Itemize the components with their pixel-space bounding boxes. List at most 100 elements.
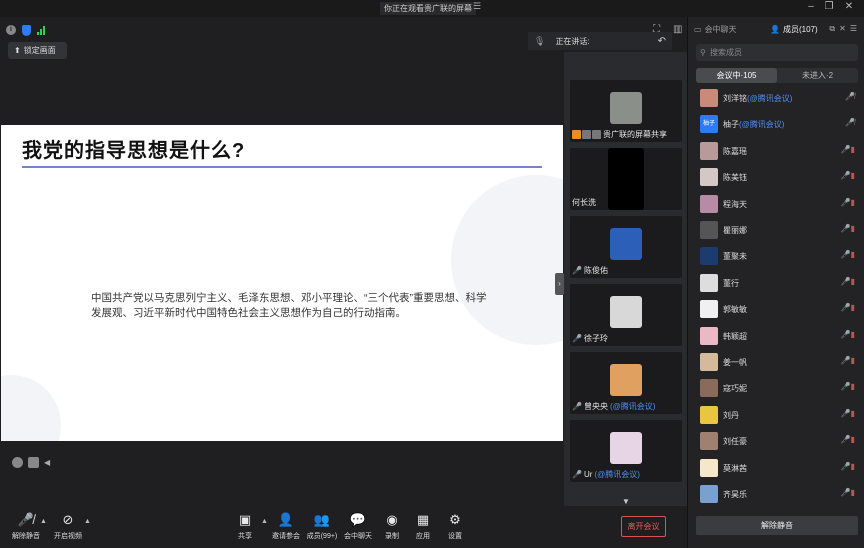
chevron-up-icon[interactable]: ▲ bbox=[40, 518, 47, 525]
member-row[interactable]: 刘任豪 🎤▮ bbox=[688, 430, 864, 456]
speaker-mic-icon: 🎙 bbox=[534, 35, 546, 46]
mic-off-icon[interactable]: 🎤▮ bbox=[841, 409, 855, 418]
mic-off-icon[interactable]: 🎤̸ bbox=[845, 118, 855, 127]
mic-off-icon[interactable]: 🎤▮ bbox=[841, 303, 855, 312]
avatar bbox=[700, 221, 718, 239]
avatar bbox=[610, 228, 642, 260]
chat-icon: ▭ bbox=[694, 25, 702, 34]
member-row[interactable]: 莫淋茜 🎤▮ bbox=[688, 457, 864, 483]
member-row[interactable]: 刘洋铭(@腾讯会议) 🎤̸ bbox=[688, 87, 864, 113]
unmute-all-button[interactable]: 解除静音 bbox=[696, 516, 858, 535]
mic-off-icon[interactable]: 🎤▮ bbox=[841, 277, 855, 286]
restore-icon[interactable]: ❐ bbox=[822, 1, 836, 12]
member-name: 姜一帆 bbox=[723, 358, 747, 367]
video-tile[interactable]: 贵广联的屏幕共享 bbox=[570, 80, 682, 142]
mic-off-icon[interactable]: 🎤▮ bbox=[841, 250, 855, 259]
video-tile[interactable]: 何长洗 bbox=[570, 148, 682, 210]
mic-off-icon[interactable]: 🎤▮ bbox=[841, 356, 855, 365]
menu-icon[interactable]: ☰ bbox=[473, 1, 481, 12]
tab-not-joined[interactable]: 未进入·2 bbox=[777, 68, 858, 83]
members-icon: 👥 bbox=[313, 512, 331, 527]
avatar bbox=[700, 273, 718, 292]
mic-off-icon[interactable]: 🎤▮ bbox=[841, 171, 855, 180]
mic-off-icon[interactable]: 🎤̸ bbox=[845, 92, 855, 101]
member-name-group: 董聚未 bbox=[723, 251, 747, 262]
avatar bbox=[700, 353, 718, 371]
mic-off-icon[interactable]: 🎤▮ bbox=[841, 382, 855, 391]
mic-off-icon[interactable]: 🎤▮ bbox=[841, 462, 855, 471]
member-name: 董行 bbox=[723, 278, 739, 288]
layout-icon[interactable]: ▥ bbox=[673, 24, 682, 35]
member-row[interactable]: 韩颖超 🎤▮ bbox=[688, 325, 864, 351]
mic-off-icon[interactable]: 🎤▮ bbox=[841, 145, 855, 154]
avatar bbox=[700, 141, 718, 160]
avatar bbox=[610, 92, 642, 124]
pin-icon: ⬆ bbox=[14, 46, 21, 55]
signal-icon[interactable] bbox=[37, 25, 45, 35]
member-row[interactable]: 刘丹 🎤▮ bbox=[688, 404, 864, 430]
tab-members[interactable]: 👤 成员(107) bbox=[770, 24, 818, 35]
lock-screen-button[interactable]: ⬆ 锁定画面 bbox=[8, 42, 67, 59]
video-tile[interactable]: 🎤 陈俊佑 bbox=[570, 216, 682, 278]
video-tile[interactable]: 🎤 Ur (@腾讯会议) bbox=[570, 420, 682, 482]
settings-button[interactable]: ⚙ 设置 bbox=[435, 512, 475, 541]
member-filter: 会议中·105 未进入·2 bbox=[696, 68, 858, 83]
mic-off-icon[interactable]: 🎤▮ bbox=[841, 435, 855, 444]
member-name: 刘任豪 bbox=[723, 437, 747, 447]
slide-title: 我党的指导思想是什么? bbox=[22, 140, 246, 162]
member-row[interactable]: 程海天 🎤▮ bbox=[688, 193, 864, 219]
mic-off-icon: 🎤 bbox=[572, 402, 582, 411]
invite-button[interactable]: 👤 邀请参会 bbox=[266, 512, 306, 541]
member-row[interactable]: 董聚未 🎤▮ bbox=[688, 245, 864, 271]
member-row[interactable]: 寇巧妮 🎤▮ bbox=[688, 377, 864, 403]
member-name-group: 莫淋茜 bbox=[723, 463, 747, 474]
chat-bubble-icon[interactable] bbox=[28, 457, 39, 468]
member-row[interactable]: 陈嘉瑶 🎤▮ bbox=[688, 140, 864, 166]
shield-icon[interactable] bbox=[22, 24, 31, 36]
mic-off-icon[interactable]: 🎤▮ bbox=[841, 488, 855, 497]
collapse-left-icon[interactable]: ◀ bbox=[44, 458, 50, 467]
video-tile[interactable]: 🎤 曾央央 (@腾讯会议) bbox=[570, 352, 682, 414]
member-row[interactable]: 郭敏敏 🎤▮ bbox=[688, 298, 864, 324]
emoji-icon[interactable] bbox=[12, 457, 23, 468]
video-tile[interactable]: 🎤 徐子玲 bbox=[570, 284, 682, 346]
member-name: 柚子 bbox=[723, 120, 739, 130]
chevron-up-icon[interactable]: ▲ bbox=[84, 518, 91, 525]
unmute-button[interactable]: 🎤̸ 解除静音 bbox=[6, 512, 46, 541]
member-name: 韩颖超 bbox=[723, 331, 747, 341]
member-name-group: 寇巧妮 bbox=[723, 383, 747, 394]
member-row[interactable]: 瞿丽娜 🎤▮ bbox=[688, 219, 864, 245]
participant-name: 曾央央 bbox=[583, 402, 608, 411]
avatar bbox=[610, 364, 642, 396]
member-row[interactable]: 董行 🎤▮ bbox=[688, 272, 864, 298]
participant-name: 何长洗 bbox=[572, 198, 596, 207]
avatar bbox=[700, 485, 718, 503]
minimize-icon[interactable]: – bbox=[804, 1, 818, 12]
member-row[interactable]: 姜一帆 🎤▮ bbox=[688, 351, 864, 377]
share-button[interactable]: ▣ 共享 bbox=[225, 512, 265, 541]
members-button[interactable]: 👥 成员(99+) bbox=[302, 512, 342, 541]
panel-window-icons[interactable]: ⧉✕☰ bbox=[829, 24, 861, 34]
search-input[interactable]: ⚲ 搜索成员 bbox=[696, 44, 858, 61]
title-bar: 你正在观看贵广联的屏幕 ☰ – ❐ ✕ bbox=[0, 0, 864, 17]
close-icon[interactable]: ✕ bbox=[842, 1, 856, 12]
apps-label: 应用 bbox=[416, 533, 430, 540]
participant-tag: (@腾讯会议) bbox=[609, 402, 656, 411]
leave-meeting-button[interactable]: 离开会议 bbox=[621, 516, 666, 537]
video-tile-label: 🎤 Ur (@腾讯会议) bbox=[572, 469, 640, 480]
member-row[interactable]: 柚子 柚子(@腾讯会议) 🎤̸ bbox=[688, 113, 864, 139]
tab-chat[interactable]: ▭ 会中聊天 bbox=[694, 24, 737, 35]
tab-in-meeting[interactable]: 会议中·105 bbox=[696, 68, 777, 83]
member-row[interactable]: 齐昊乐 🎤▮ bbox=[688, 483, 864, 509]
avatar bbox=[700, 247, 718, 266]
member-row[interactable]: 陈美钰 🎤▮ bbox=[688, 166, 864, 192]
mic-off-icon[interactable]: 🎤▮ bbox=[841, 198, 855, 207]
member-name-group: 刘洋铭(@腾讯会议) bbox=[723, 93, 792, 104]
mic-off-icon[interactable]: 🎤▮ bbox=[841, 330, 855, 339]
start-video-button[interactable]: ⊘ 开启视频 bbox=[48, 512, 88, 541]
scroll-down-icon[interactable]: ▼ bbox=[622, 497, 630, 506]
mic-off-icon[interactable]: 🎤▮ bbox=[841, 224, 855, 233]
info-icon[interactable]: i bbox=[6, 25, 16, 35]
collapse-panel-icon[interactable]: › bbox=[555, 273, 564, 295]
back-icon[interactable]: ↶ bbox=[658, 36, 666, 47]
